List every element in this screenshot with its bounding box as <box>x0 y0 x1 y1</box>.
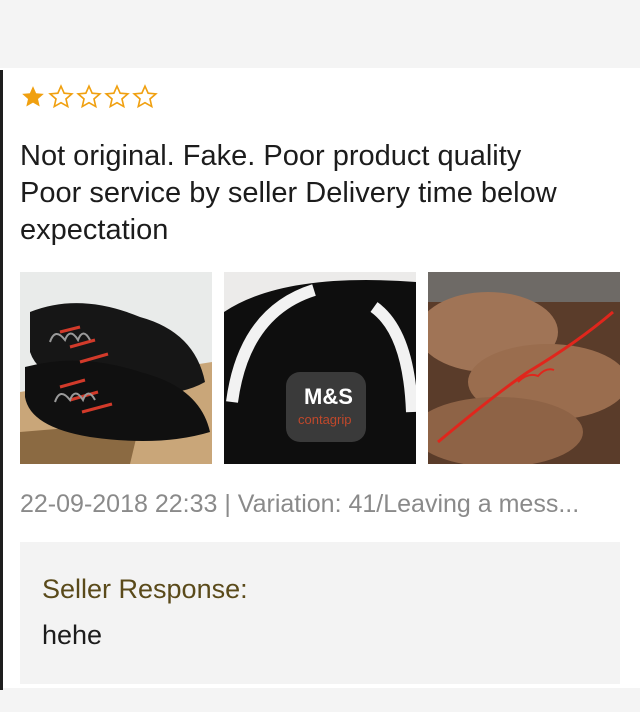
review-text-line: expectation <box>20 214 169 246</box>
review-text: Not original. Fake. Poor product quality… <box>20 138 620 249</box>
logo-subtext: contagrip <box>298 412 351 427</box>
review-photos: M&S contagrip <box>20 272 620 464</box>
shoe-logo-photo: M&S contagrip <box>224 272 416 464</box>
left-divider <box>0 70 3 690</box>
review-photo-lace[interactable] <box>428 272 620 464</box>
review-meta: 22-09-2018 22:33 | Variation: 41/Leaving… <box>20 490 580 518</box>
shoes-photo <box>20 272 212 464</box>
seller-response-box: Seller Response: hehe <box>20 542 620 684</box>
review-photo-shoes[interactable] <box>20 272 212 464</box>
rating-stars <box>20 84 158 110</box>
logo-text: M&S <box>304 384 353 409</box>
star-empty-icon <box>132 84 158 109</box>
hand-red-lace-photo <box>428 272 620 464</box>
star-empty-icon <box>104 84 130 109</box>
star-filled-icon <box>22 86 44 107</box>
seller-response-title: Seller Response: <box>42 574 248 604</box>
star-empty-icon <box>76 84 102 109</box>
star-empty-icon <box>48 84 74 109</box>
review-text-line: Poor service by seller Delivery time bel… <box>20 177 557 209</box>
seller-response-text: hehe <box>42 620 103 650</box>
review-text-line: Not original. Fake. Poor product quality <box>20 140 522 172</box>
review-photo-logo[interactable]: M&S contagrip <box>224 272 416 464</box>
